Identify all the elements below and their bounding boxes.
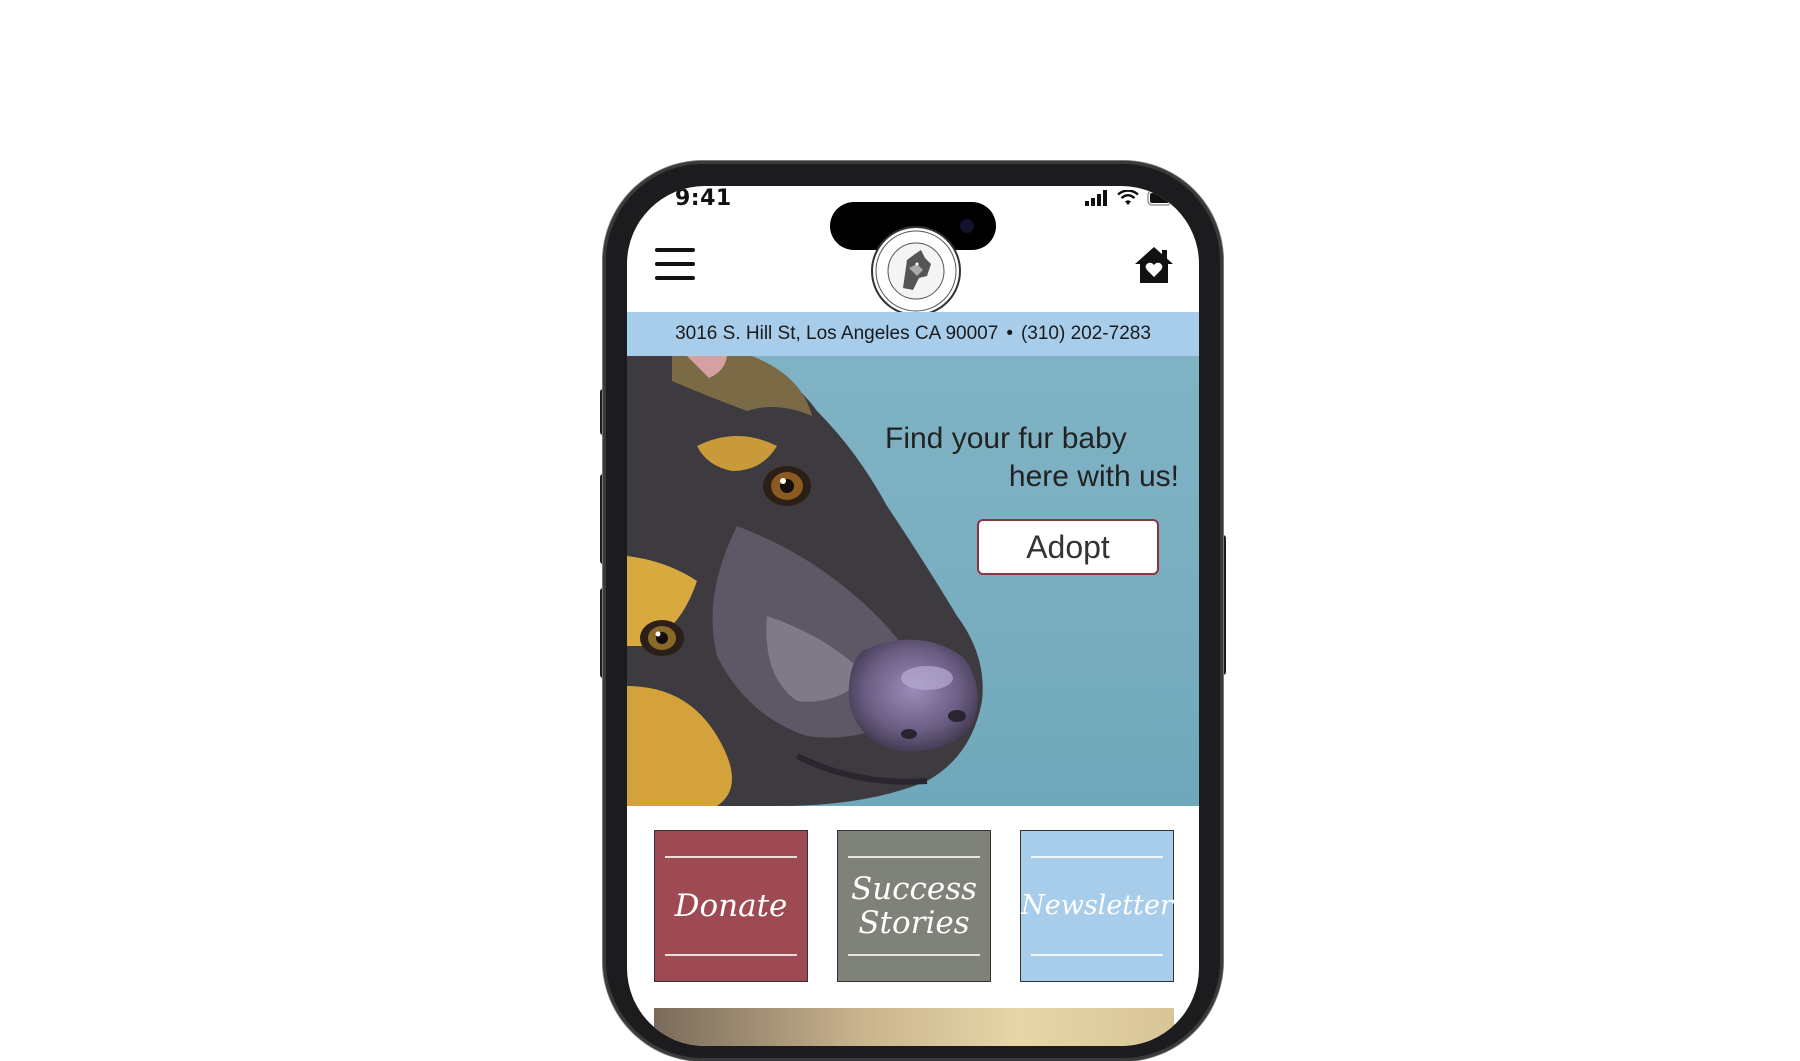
status-icons xyxy=(1085,190,1175,206)
home-button[interactable] xyxy=(1131,243,1177,289)
next-section-image-preview xyxy=(654,1008,1174,1046)
newsletter-tile-label: Newsletter xyxy=(1021,889,1173,923)
donate-tile-label: Donate xyxy=(675,889,788,923)
success-stories-tile-label: Success Stories xyxy=(851,872,977,940)
success-stories-tile[interactable]: Success Stories xyxy=(837,830,991,982)
address-bar: 3016 S. Hill St, Los Angeles CA 90007 • … xyxy=(627,312,1199,356)
hamburger-menu-icon xyxy=(655,276,695,280)
cellular-signal-icon xyxy=(1085,190,1107,206)
newsletter-label: Newsletter xyxy=(1021,890,1173,921)
newsletter-tile[interactable]: Newsletter xyxy=(1020,830,1174,982)
adopt-button[interactable]: Adopt xyxy=(977,519,1159,575)
wifi-icon xyxy=(1117,190,1139,205)
hamburger-menu-icon xyxy=(655,262,695,266)
status-time: 9:41 xyxy=(675,186,732,211)
phone-screen: 9:41 3016 S. Hill St, Los Angeles CA 900… xyxy=(627,186,1199,1046)
front-camera xyxy=(960,219,974,233)
donate-tile[interactable]: Donate xyxy=(654,830,808,982)
hero-headline-line2: here with us! xyxy=(1008,460,1179,493)
address-separator: • xyxy=(1006,323,1013,344)
menu-button[interactable] xyxy=(655,246,699,284)
success-label-line1: Success xyxy=(850,871,978,907)
phone-number[interactable]: (310) 202-7283 xyxy=(1021,323,1151,345)
home-heart-icon xyxy=(1135,247,1173,283)
battery-icon xyxy=(1147,190,1175,206)
feature-tiles: Donate Success Stories Newsletter xyxy=(654,830,1174,984)
success-label-line2: Stories xyxy=(858,905,970,941)
shelter-logo[interactable] xyxy=(871,226,961,316)
hero-headline: Find your fur baby here with us! xyxy=(885,420,1185,496)
hero-banner: Find your fur baby here with us! Adopt xyxy=(627,356,1199,806)
hamburger-menu-icon xyxy=(655,248,695,252)
shelter-logo-icon xyxy=(875,230,957,312)
address-text[interactable]: 3016 S. Hill St, Los Angeles CA 90007 xyxy=(675,323,998,345)
donate-label: Donate xyxy=(674,888,788,924)
hero-headline-line1: Find your fur baby xyxy=(885,422,1127,455)
